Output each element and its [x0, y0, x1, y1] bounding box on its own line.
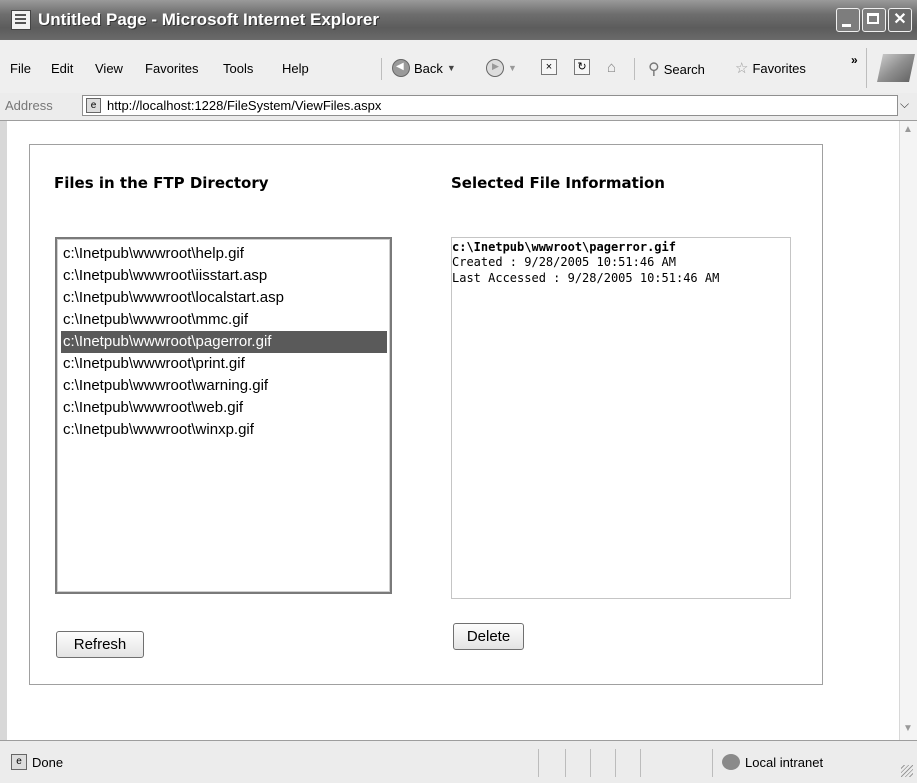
- status-separator: [640, 749, 641, 777]
- scroll-up-icon[interactable]: ▲: [903, 124, 913, 135]
- content-frame-right: [892, 121, 899, 740]
- minimize-button[interactable]: [836, 8, 860, 32]
- content-frame-left: [0, 121, 7, 740]
- list-item[interactable]: c:\Inetpub\wwwroot\warning.gif: [61, 375, 387, 397]
- star-icon: ☆: [735, 60, 749, 77]
- files-heading: Files in the FTP Directory: [54, 174, 269, 192]
- list-item[interactable]: c:\Inetpub\wwwroot\web.gif: [61, 397, 387, 419]
- refresh-icon: ↻: [574, 59, 590, 75]
- page-icon: [11, 10, 31, 30]
- list-item[interactable]: c:\Inetpub\wwwroot\help.gif: [61, 243, 387, 265]
- list-item[interactable]: c:\Inetpub\wwwroot\winxp.gif: [61, 419, 387, 441]
- home-icon: ⌂: [607, 59, 617, 76]
- file-created: Created : 9/28/2005 10:51:46 AM: [452, 255, 676, 269]
- page-content: Files in the FTP Directory Selected File…: [7, 121, 892, 740]
- close-button[interactable]: ✕: [888, 8, 912, 32]
- forward-arrow-icon: [486, 59, 504, 77]
- menu-view[interactable]: View: [95, 61, 123, 76]
- back-label: Back: [414, 60, 443, 76]
- info-heading: Selected File Information: [451, 174, 665, 192]
- selected-file-path: c:\Inetpub\wwwroot\pagerror.gif: [452, 240, 676, 254]
- title-bar[interactable]: Untitled Page - Microsoft Internet Explo…: [0, 0, 917, 40]
- address-label: Address: [5, 98, 53, 113]
- favorites-button[interactable]: ☆ Favorites: [735, 59, 806, 77]
- security-zone: Local intranet: [745, 755, 824, 770]
- search-icon: ⚲: [648, 61, 660, 78]
- status-separator: [538, 749, 539, 777]
- search-label: Search: [663, 61, 705, 77]
- list-item-selected[interactable]: c:\Inetpub\wwwroot\pagerror.gif: [61, 331, 387, 353]
- home-button[interactable]: ⌂: [607, 59, 616, 76]
- dropdown-arrow-icon[interactable]: ▼: [447, 63, 456, 73]
- dropdown-arrow-icon[interactable]: ▼: [508, 63, 517, 73]
- address-field[interactable]: e http://localhost:1228/FileSystem/ViewF…: [82, 95, 898, 116]
- address-bar: Address e http://localhost:1228/FileSyst…: [0, 93, 917, 121]
- menu-edit[interactable]: Edit: [51, 61, 73, 76]
- status-separator: [615, 749, 616, 777]
- refresh-button[interactable]: Refresh: [56, 631, 144, 658]
- resize-grip-icon[interactable]: [901, 765, 913, 777]
- browser-window: Untitled Page - Microsoft Internet Explo…: [0, 0, 917, 783]
- stop-button[interactable]: ×: [541, 59, 557, 75]
- address-dropdown-icon[interactable]: ⌵: [900, 97, 909, 112]
- menu-help[interactable]: Help: [282, 61, 309, 76]
- delete-button[interactable]: Delete: [453, 623, 524, 650]
- list-item[interactable]: c:\Inetpub\wwwroot\mmc.gif: [61, 309, 387, 331]
- list-item[interactable]: c:\Inetpub\wwwroot\iisstart.asp: [61, 265, 387, 287]
- vertical-scrollbar[interactable]: ▲ ▼: [899, 121, 917, 740]
- stop-icon: ×: [541, 59, 557, 75]
- scroll-down-icon[interactable]: ▼: [903, 723, 913, 734]
- forward-button[interactable]: ▼: [486, 59, 517, 77]
- ie-page-icon: e: [11, 754, 27, 770]
- maximize-button[interactable]: [862, 8, 886, 32]
- toolbar-separator: [634, 58, 635, 80]
- intranet-icon: [722, 754, 740, 770]
- back-button[interactable]: Back ▼: [392, 59, 456, 77]
- list-item[interactable]: c:\Inetpub\wwwroot\localstart.asp: [61, 287, 387, 309]
- search-button[interactable]: ⚲ Search: [648, 59, 705, 79]
- toolbar-separator: [866, 48, 867, 88]
- menu-tools[interactable]: Tools: [223, 61, 253, 76]
- menu-favorites[interactable]: Favorites: [145, 61, 198, 76]
- status-text: Done: [32, 755, 64, 770]
- file-listbox[interactable]: c:\Inetpub\wwwroot\help.gif c:\Inetpub\w…: [55, 237, 392, 594]
- file-last-accessed: Last Accessed : 9/28/2005 10:51:46 AM: [452, 271, 720, 285]
- menu-file[interactable]: File: [10, 61, 31, 76]
- listbox-inner: c:\Inetpub\wwwroot\help.gif c:\Inetpub\w…: [57, 239, 390, 592]
- status-separator: [712, 749, 713, 777]
- ie-page-icon: e: [86, 98, 101, 113]
- file-info-box: c:\Inetpub\wwwroot\pagerror.gif Created …: [451, 237, 791, 599]
- refresh-toolbar-button[interactable]: ↻: [574, 59, 590, 75]
- back-arrow-icon: [392, 59, 410, 77]
- more-tools-chevron[interactable]: »: [851, 53, 858, 67]
- window-title: Untitled Page - Microsoft Internet Explo…: [38, 10, 379, 29]
- status-bar: e Done Local intranet: [0, 740, 917, 783]
- toolbar-separator: [381, 58, 382, 80]
- windows-logo-icon: [877, 54, 915, 82]
- favorites-label: Favorites: [752, 60, 806, 76]
- list-item[interactable]: c:\Inetpub\wwwroot\print.gif: [61, 353, 387, 375]
- address-url[interactable]: http://localhost:1228/FileSystem/ViewFil…: [107, 98, 381, 113]
- status-separator: [565, 749, 566, 777]
- menu-toolbar-bar: File Edit View Favorites Tools Help Back…: [0, 40, 917, 94]
- status-separator: [590, 749, 591, 777]
